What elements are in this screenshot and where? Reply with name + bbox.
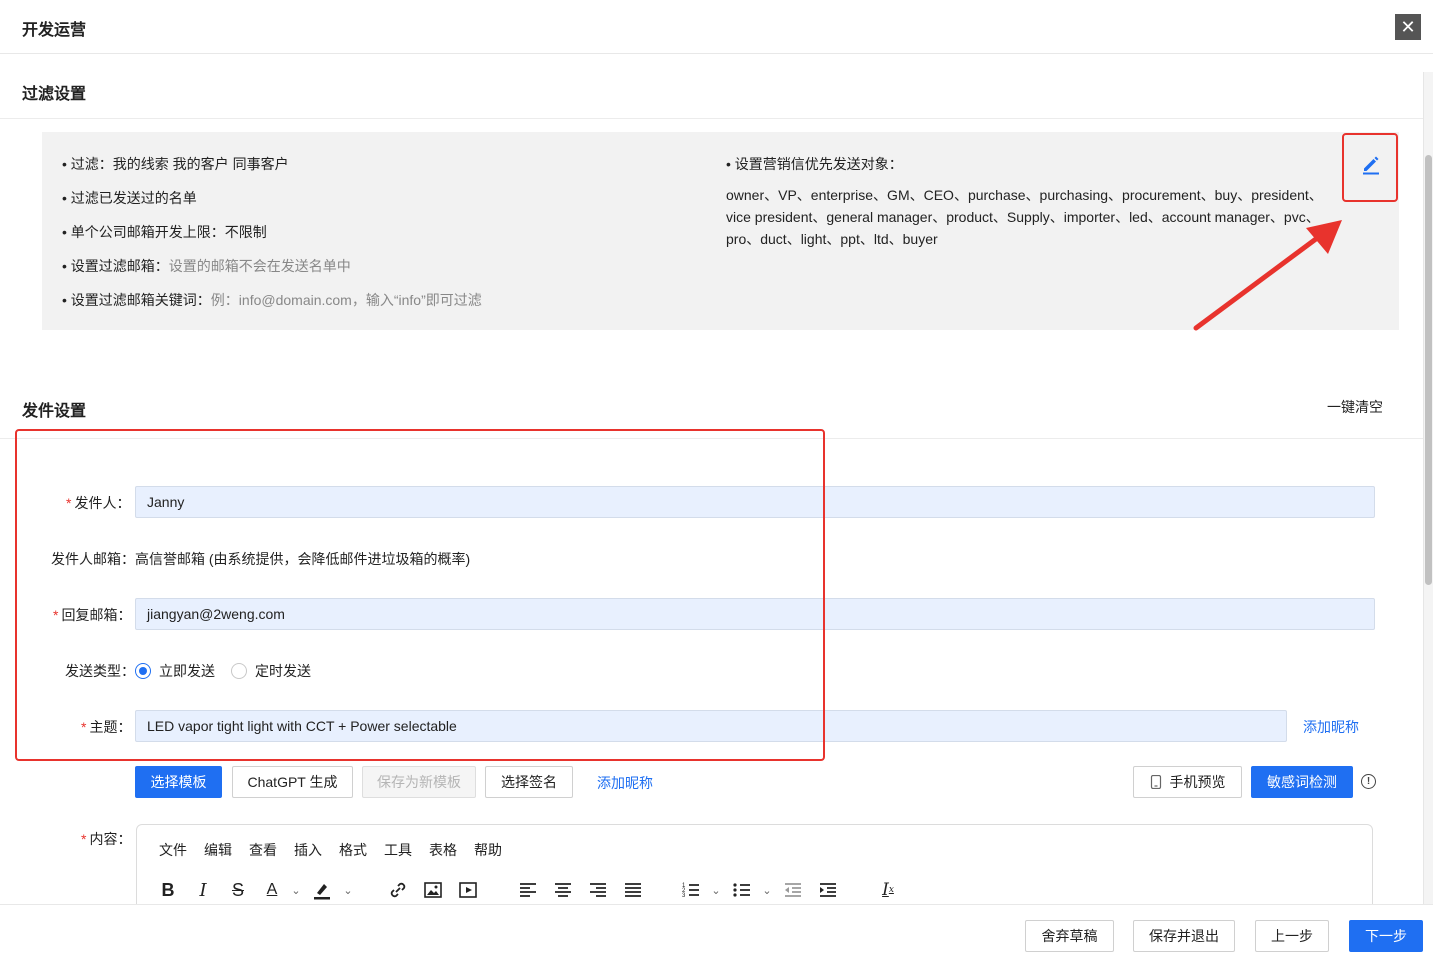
sender-email-value: 高信誉邮箱 (由系统提供，会降低邮件进垃圾箱的概率)	[135, 551, 471, 567]
menu-file[interactable]: 文件	[159, 840, 187, 860]
filter-item: • 过滤：我的线索 我的客户 同事客户	[62, 156, 289, 172]
scrollbar-thumb[interactable]	[1425, 155, 1432, 585]
menu-table[interactable]: 表格	[429, 840, 457, 860]
chevron-down-icon[interactable]: ⌄	[705, 879, 727, 901]
subject-input[interactable]: LED vapor tight light with CCT + Power s…	[135, 710, 1287, 742]
clear-all-link[interactable]: 一键清空	[1327, 397, 1383, 417]
radio-checked-icon	[135, 663, 151, 679]
menu-format[interactable]: 格式	[339, 840, 367, 860]
close-button[interactable]: ✕	[1395, 14, 1421, 40]
dialog-header: 开发运营 ✕	[0, 0, 1433, 54]
highlight-color-icon[interactable]	[311, 879, 333, 901]
filter-summary-box: • 过滤：我的线索 我的客户 同事客户 • 过滤已发送过的名单 • 单个公司邮箱…	[42, 132, 1399, 330]
priority-title: • 设置营销信优先发送对象：	[726, 156, 903, 172]
subject-label: * 主题：	[81, 719, 132, 735]
clear-format-icon[interactable]: Ix	[877, 879, 899, 901]
add-nickname-link[interactable]: 添加昵称	[597, 773, 653, 793]
bold-icon[interactable]: B	[157, 879, 179, 901]
prev-step-button[interactable]: 上一步	[1255, 920, 1329, 952]
send-type-label: 发送类型：	[65, 663, 135, 679]
menu-edit[interactable]: 编辑	[204, 840, 232, 860]
indent-icon[interactable]	[817, 879, 839, 901]
content-label: * 内容：	[81, 831, 132, 847]
priority-keywords: owner、VP、enterprise、GM、CEO、purchase、purc…	[726, 187, 1323, 247]
filter-item: • 设置过滤邮箱：设置的邮箱不会在发送名单中	[62, 258, 351, 274]
align-right-icon[interactable]	[587, 879, 609, 901]
chevron-down-icon[interactable]: ⌄	[337, 879, 359, 901]
send-section-title: 发件设置	[22, 403, 87, 420]
reply-email-input[interactable]: jiangyan@2weng.com	[135, 598, 1375, 630]
sensitive-check-button[interactable]: 敏感词检测	[1251, 766, 1353, 798]
strikethrough-icon[interactable]: S	[227, 879, 249, 901]
filter-section-title: 过滤设置	[22, 86, 87, 103]
save-as-template-button[interactable]: 保存为新模板	[362, 766, 476, 798]
menu-view[interactable]: 查看	[249, 840, 277, 860]
save-exit-button[interactable]: 保存并退出	[1133, 920, 1235, 952]
chatgpt-generate-button[interactable]: ChatGPT 生成	[232, 766, 353, 798]
image-icon[interactable]	[422, 879, 444, 901]
sender-label: * 发件人：	[66, 495, 131, 511]
filter-item: • 过滤已发送过的名单	[62, 190, 197, 206]
align-left-icon[interactable]	[517, 879, 539, 901]
select-signature-button[interactable]: 选择签名	[485, 766, 573, 798]
dialog-title: 开发运营	[22, 22, 87, 39]
discard-draft-button[interactable]: 舍弃草稿	[1025, 920, 1114, 952]
bullet-list-icon[interactable]	[731, 879, 753, 901]
next-step-button[interactable]: 下一步	[1349, 920, 1423, 952]
dialog-footer: 舍弃草稿 保存并退出 上一步 下一步	[0, 904, 1433, 967]
radio-unchecked-icon	[231, 663, 247, 679]
divider	[0, 438, 1423, 439]
mobile-preview-button[interactable]: 手机预览	[1133, 766, 1242, 798]
italic-icon[interactable]: I	[192, 879, 214, 901]
align-center-icon[interactable]	[552, 879, 574, 901]
chevron-down-icon[interactable]: ⌄	[756, 879, 778, 901]
video-icon[interactable]	[457, 879, 479, 901]
filter-item: • 单个公司邮箱开发上限：不限制	[62, 224, 267, 240]
sender-input[interactable]: Janny	[135, 486, 1375, 518]
menu-tools[interactable]: 工具	[384, 840, 412, 860]
align-justify-icon[interactable]	[622, 879, 644, 901]
link-icon[interactable]	[387, 879, 409, 901]
info-icon[interactable]: !	[1361, 774, 1376, 789]
edit-pencil-icon[interactable]	[1359, 152, 1383, 176]
chevron-down-icon[interactable]: ⌄	[285, 879, 307, 901]
phone-icon	[1150, 775, 1161, 789]
sender-email-label: 发件人邮箱：	[51, 551, 135, 567]
subject-add-nickname-link[interactable]: 添加昵称	[1303, 717, 1359, 737]
menu-help[interactable]: 帮助	[474, 840, 502, 860]
numbered-list-icon[interactable]: 123	[680, 879, 702, 901]
select-template-button[interactable]: 选择模板	[135, 766, 222, 798]
menu-insert[interactable]: 插入	[294, 840, 322, 860]
filter-item: • 设置过滤邮箱关键词：例：info@domain.com，输入“info”即可…	[62, 292, 482, 308]
reply-email-label: * 回复邮箱：	[53, 607, 132, 623]
text-color-icon[interactable]: A	[261, 879, 283, 901]
divider	[0, 118, 1423, 119]
close-icon: ✕	[1400, 16, 1416, 37]
radio-send-now[interactable]: 立即发送	[135, 661, 215, 681]
svg-text:3: 3	[682, 893, 686, 899]
outdent-icon[interactable]	[782, 879, 804, 901]
radio-send-scheduled[interactable]: 定时发送	[231, 661, 311, 681]
